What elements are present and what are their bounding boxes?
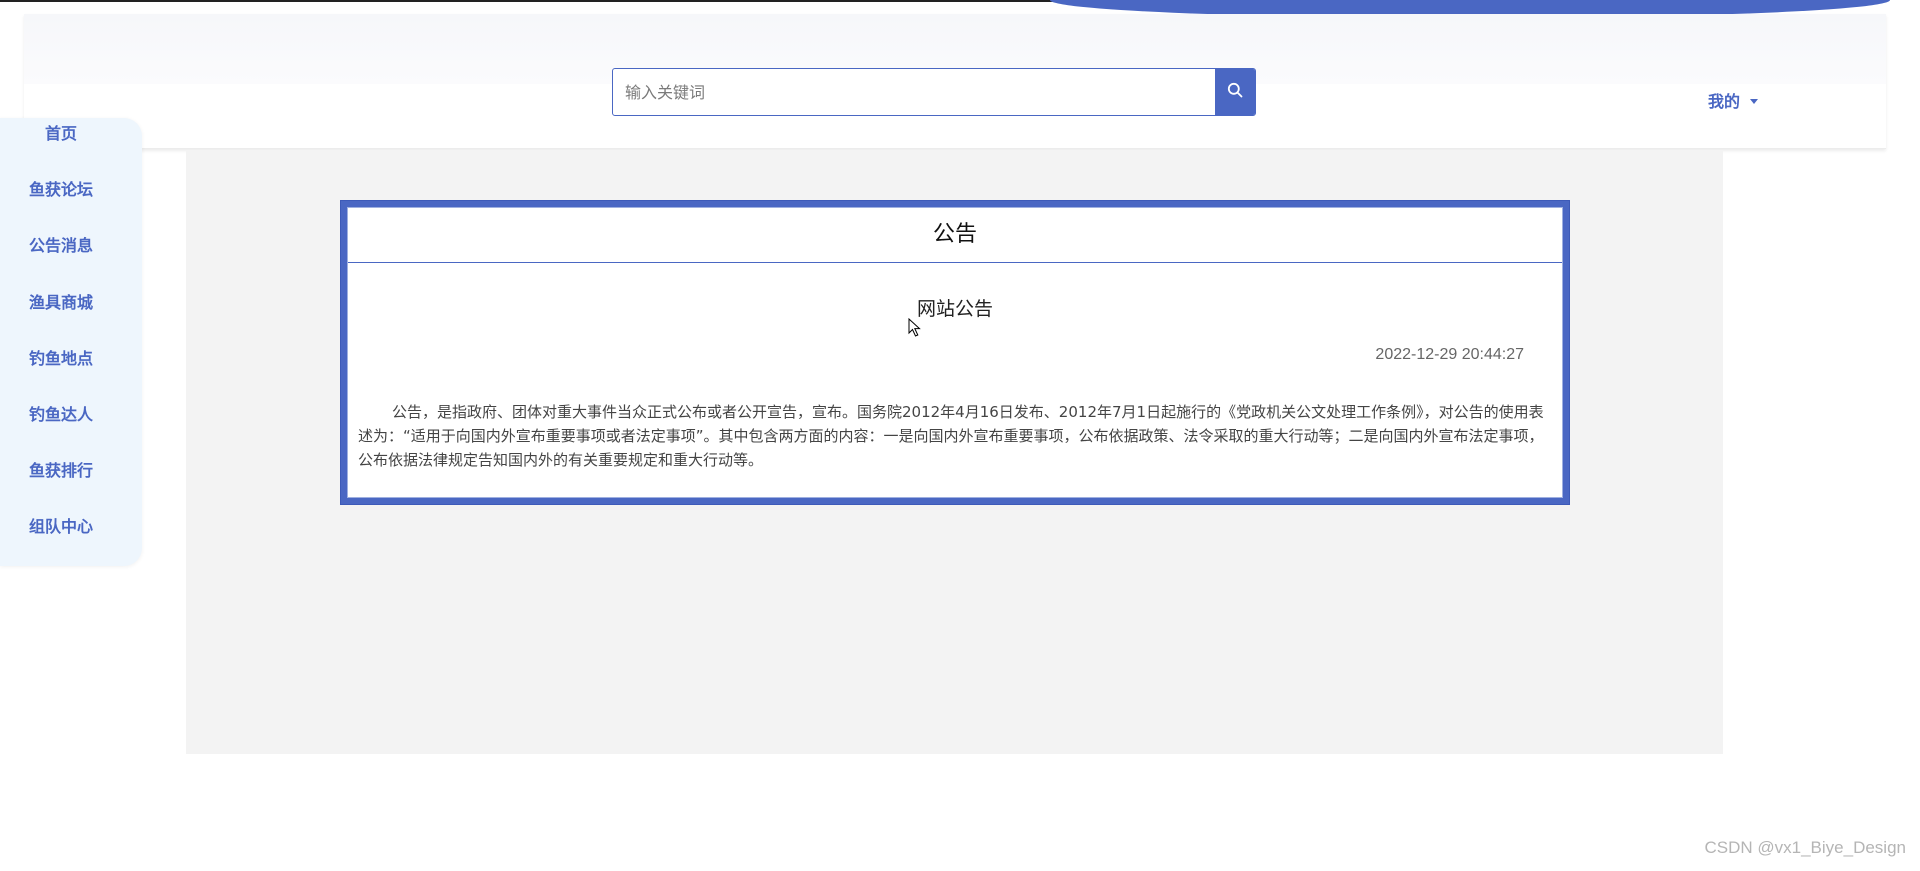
user-menu-label: 我的 [1708,92,1741,111]
notice-card-inner: 公告 网站公告 2022-12-29 20:44:27 公告，是指政府、团体对重… [347,207,1563,498]
sidebar-item-home[interactable]: 首页 [0,120,122,144]
sidebar-item-notices[interactable]: 公告消息 [0,232,122,256]
sidebar: 首页 鱼获论坛 公告消息 渔具商城 钓鱼地点 钓鱼达人 鱼获排行 组队中心 [0,118,142,566]
sidebar-item-team[interactable]: 组队中心 [0,513,122,537]
mouse-cursor-icon [908,317,922,342]
search-button[interactable] [1215,69,1255,115]
notice-card-header: 公告 [348,208,1562,263]
notice-title: 网站公告 [916,298,993,320]
caret-down-icon [1750,98,1759,104]
sidebar-item-shop[interactable]: 渔具商城 [0,289,122,313]
user-menu[interactable]: 我的 [1708,88,1759,112]
notice-content: 公告，是指政府、团体对重大事件当众正式公布或者公开宣告，宣布。国务院2012年4… [358,403,1544,469]
search-input[interactable] [613,69,1215,115]
search-bar [612,68,1256,116]
notice-card: 公告 网站公告 2022-12-29 20:44:27 公告，是指政府、团体对重… [341,201,1569,504]
notice-timestamp: 2022-12-29 20:44:27 [1375,346,1524,363]
sidebar-item-spots[interactable]: 钓鱼地点 [0,345,122,369]
sidebar-item-ranking[interactable]: 鱼获排行 [0,457,122,481]
watermark: CSDN @vx1_Biye_Design [1704,838,1906,857]
page: 我的 首页 鱼获论坛 公告消息 渔具商城 钓鱼地点 钓鱼达人 鱼获排行 组队中心… [0,0,1920,871]
search-icon [1227,82,1243,102]
sidebar-item-forum[interactable]: 鱼获论坛 [0,176,122,200]
sidebar-item-experts[interactable]: 钓鱼达人 [0,401,122,425]
